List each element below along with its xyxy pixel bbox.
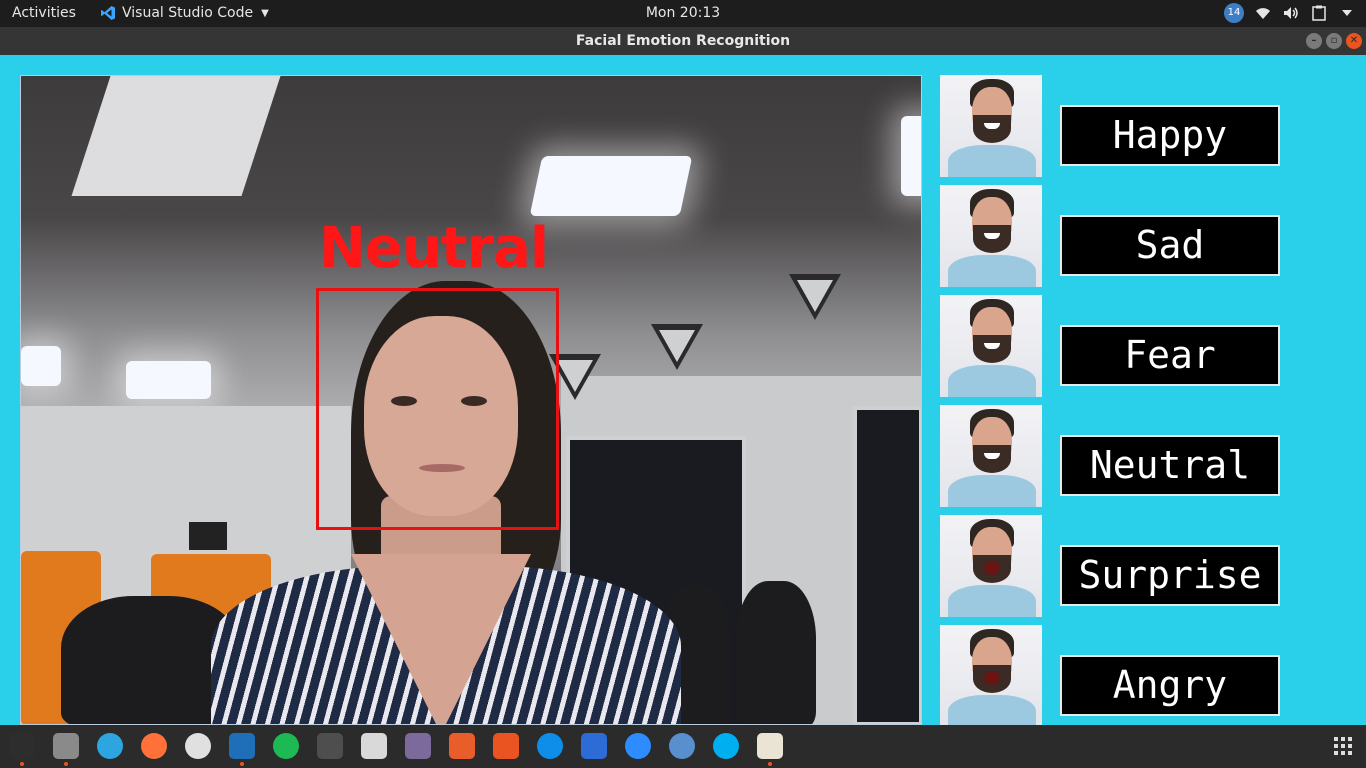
ceiling-light — [126, 361, 211, 399]
fear-face-image — [940, 295, 1042, 397]
minimize-button[interactable]: – — [1306, 33, 1322, 49]
neutral-face-image — [940, 405, 1042, 507]
running-indicator — [768, 762, 772, 766]
telegram-icon[interactable] — [97, 733, 123, 759]
face-bounding-box — [316, 288, 559, 530]
close-icon: ✕ — [1349, 35, 1359, 46]
vscode-icon[interactable] — [229, 733, 255, 759]
system-tray[interactable]: 14 — [1224, 3, 1356, 23]
maximize-button[interactable]: ▫ — [1326, 33, 1342, 49]
minimize-icon: – — [1311, 35, 1317, 46]
emotion-button-sad[interactable]: Sad — [1060, 215, 1280, 276]
running-indicator — [20, 762, 24, 766]
screenshot-icon[interactable] — [405, 733, 431, 759]
firefox-icon[interactable] — [141, 733, 167, 759]
maximize-icon: ▫ — [1330, 35, 1338, 46]
ceiling-panel — [71, 76, 281, 196]
text-editor-icon[interactable] — [757, 733, 783, 759]
wall-decoration — [651, 324, 703, 370]
activities-button[interactable]: Activities — [12, 5, 76, 21]
glass-door — [853, 406, 921, 724]
gnome-top-bar: Activities Visual Studio Code ▼ Mon 20:1… — [0, 0, 1366, 27]
emotion-button-fear[interactable]: Fear — [1060, 325, 1280, 386]
qbittorrent-icon[interactable] — [669, 733, 695, 759]
music-player-icon[interactable] — [361, 733, 387, 759]
ceiling-light — [21, 346, 61, 386]
skype-icon[interactable] — [713, 733, 739, 759]
zoom-icon[interactable] — [625, 733, 651, 759]
wifi-icon[interactable] — [1254, 4, 1272, 22]
terminal-icon[interactable] — [9, 733, 35, 759]
vscode-icon — [101, 6, 115, 20]
system-menu-chevron-icon[interactable] — [1338, 4, 1356, 22]
emotion-button-neutral[interactable]: Neutral — [1060, 435, 1280, 496]
close-button[interactable]: ✕ — [1346, 33, 1362, 49]
ubuntu-dock — [0, 725, 1366, 768]
chrome-icon[interactable] — [185, 733, 211, 759]
wall-decoration — [789, 274, 841, 320]
window-title: Facial Emotion Recognition — [575, 33, 791, 49]
app-client-area: Neutral Happy Sad Fear Neutral Surprise Angry — [0, 55, 1366, 727]
angry-face-image — [940, 625, 1042, 727]
spotify-icon[interactable] — [273, 733, 299, 759]
notification-badge[interactable]: 14 — [1224, 3, 1244, 23]
ceiling-light — [529, 156, 693, 216]
teamviewer-icon[interactable] — [537, 733, 563, 759]
files-icon[interactable] — [53, 733, 79, 759]
software-center-icon[interactable] — [493, 733, 519, 759]
running-indicator — [240, 762, 244, 766]
happy-face-image — [940, 75, 1042, 177]
detected-emotion-label: Neutral — [319, 216, 549, 281]
clipboard-icon[interactable] — [1310, 4, 1328, 22]
show-applications-icon[interactable] — [1334, 737, 1352, 755]
sublime-text-icon[interactable] — [317, 733, 343, 759]
app-menu[interactable]: Visual Studio Code ▼ — [100, 5, 269, 21]
clock[interactable]: Mon 20:13 — [646, 5, 720, 21]
emotion-button-angry[interactable]: Angry — [1060, 655, 1280, 716]
window-title-bar[interactable]: Facial Emotion Recognition – ▫ ✕ — [0, 27, 1366, 55]
sad-face-image — [940, 185, 1042, 287]
app-menu-label: Visual Studio Code — [122, 5, 254, 21]
tasks-icon[interactable] — [581, 733, 607, 759]
emotion-button-happy[interactable]: Happy — [1060, 105, 1280, 166]
calculator-icon[interactable] — [449, 733, 475, 759]
chair — [736, 581, 816, 724]
chevron-down-icon: ▼ — [261, 7, 269, 19]
ceiling-light — [901, 116, 921, 196]
surprise-face-image — [940, 515, 1042, 617]
wall-sign — [183, 516, 233, 556]
volume-icon[interactable] — [1282, 4, 1300, 22]
running-indicator — [64, 762, 68, 766]
emotion-button-surprise[interactable]: Surprise — [1060, 545, 1280, 606]
camera-feed: Neutral — [20, 75, 922, 725]
